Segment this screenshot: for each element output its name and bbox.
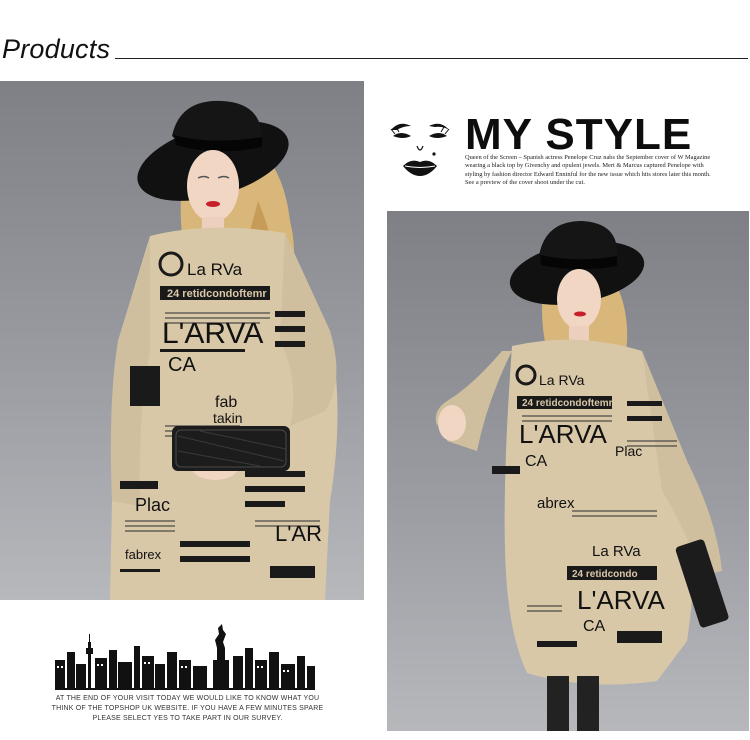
product-photo-front: La RVa 24 retidcondoftemr L'ARVA CA fab … bbox=[0, 81, 364, 600]
print-headline-text: L'ARVA bbox=[162, 317, 263, 350]
model-front-illustration: La RVa 24 retidcondoftemr L'ARVA CA fab … bbox=[110, 100, 338, 600]
product-photo-side: La RVa 24 retidcondoftemr L'ARVA CA Plac… bbox=[387, 211, 749, 731]
print-plac-text: Plac bbox=[135, 495, 170, 515]
print-takin-text: takin bbox=[213, 410, 243, 426]
print-headline-text: L'ARVA bbox=[519, 419, 607, 449]
my-style-block: MY STYLE Queen of the Screen – Spanish a… bbox=[385, 110, 715, 190]
page-header: Products bbox=[0, 30, 750, 70]
survey-caption: AT THE END OF YOUR VISIT TODAY WE WOULD … bbox=[51, 695, 324, 722]
city-skyline-icon bbox=[55, 624, 315, 690]
print-fab-text: fab bbox=[215, 394, 237, 411]
clutch-bag-icon bbox=[172, 426, 290, 471]
skyline-block: AT THE END OF YOUR VISIT TODAY WE WOULD … bbox=[45, 620, 330, 735]
print-headline2-text: L'ARVA bbox=[577, 585, 665, 615]
print-fabrex-text: abrex bbox=[537, 495, 575, 512]
print-brand2-text: La RVa bbox=[592, 543, 641, 560]
page-title: Products bbox=[2, 34, 111, 64]
my-style-title: MY STYLE bbox=[465, 110, 693, 159]
print-banner-text: 24 retidcondoftemr bbox=[167, 288, 267, 300]
print-brand-text: La RVa bbox=[187, 260, 243, 279]
print-sub-text: CA bbox=[525, 453, 548, 470]
print-fabrex-text: fabrex bbox=[125, 547, 162, 562]
marilyn-face-icon bbox=[390, 123, 450, 176]
header-divider bbox=[115, 58, 748, 59]
svg-text:L'AR: L'AR bbox=[275, 521, 322, 546]
print-plac-text: Plac bbox=[615, 443, 642, 459]
print-sub-text: CA bbox=[168, 354, 196, 376]
print-banner2-text: 24 retidcondo bbox=[572, 569, 638, 580]
print-banner-text: 24 retidcondoftemr bbox=[522, 398, 613, 409]
model-side-illustration: La RVa 24 retidcondoftemr L'ARVA CA Plac… bbox=[435, 221, 729, 731]
print-brand-text: La RVa bbox=[539, 372, 585, 388]
print-sub2-text: CA bbox=[583, 618, 606, 635]
my-style-caption: Queen of the Screen – Spanish actress Pe… bbox=[465, 154, 711, 187]
